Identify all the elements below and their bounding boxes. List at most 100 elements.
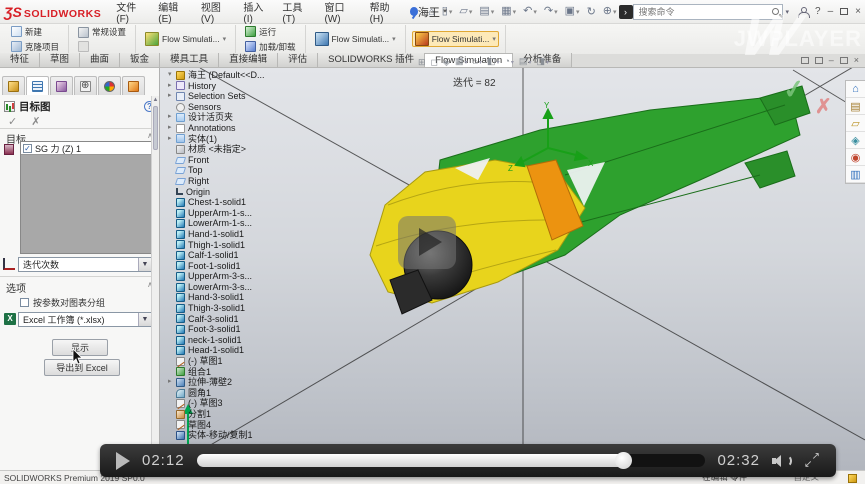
view-palette-icon[interactable]: ◈ bbox=[846, 132, 865, 149]
graphics-viewport[interactable]: Y X Z ▾海王 (Default<<D...▸History▸Selecti… bbox=[160, 68, 865, 470]
search-magnifier-icon[interactable] bbox=[772, 8, 779, 15]
menu-item-6[interactable]: 帮助(H) bbox=[365, 0, 406, 27]
dropdown-arrow-icon[interactable]: ▼ bbox=[138, 258, 151, 271]
restore-button[interactable] bbox=[840, 8, 848, 15]
property-manager-tab[interactable] bbox=[26, 76, 49, 95]
fullscreen-icon[interactable]: ↗↙ bbox=[804, 453, 820, 469]
display-style-icon[interactable]: ◧▾ bbox=[487, 55, 500, 69]
expand-arrow-icon[interactable]: ▸ bbox=[168, 123, 176, 134]
menu-item-5[interactable]: 窗口(W) bbox=[319, 0, 362, 27]
rebuild-icon[interactable]: ↻ bbox=[585, 5, 598, 19]
component-control-button[interactable] bbox=[75, 40, 129, 53]
flow-features-button[interactable]: Flow Simulati...▾ bbox=[142, 31, 229, 47]
options-section-header[interactable]: 选项 bbox=[6, 280, 26, 295]
dimxpert-tab[interactable] bbox=[74, 76, 97, 95]
progress-handle[interactable] bbox=[615, 452, 632, 469]
volume-icon[interactable] bbox=[772, 453, 792, 469]
display-manager-tab[interactable] bbox=[98, 76, 121, 95]
tree-item[interactable]: 草图4 bbox=[168, 420, 318, 431]
sign-in-icon[interactable] bbox=[798, 7, 808, 17]
flow-results-button[interactable]: Flow Simulati...▾ bbox=[412, 31, 499, 47]
doc-restore-icon[interactable] bbox=[801, 57, 809, 64]
command-tab-5[interactable]: 直接编辑 bbox=[219, 53, 278, 67]
confirm-check-icon[interactable]: ✓ bbox=[781, 73, 806, 106]
tree-item[interactable]: LowerArm-1-s... bbox=[168, 218, 318, 229]
menu-item-1[interactable]: 编辑(E) bbox=[153, 0, 194, 27]
command-tab-6[interactable]: 评估 bbox=[278, 53, 318, 67]
minimize-button[interactable]: – bbox=[828, 7, 834, 17]
tree-item[interactable]: ▸设计活页夹 bbox=[168, 112, 318, 123]
expand-arrow-icon[interactable]: ▸ bbox=[168, 91, 176, 102]
tree-item[interactable]: Head-1-solid1 bbox=[168, 345, 318, 356]
flow-conditions-button[interactable]: Flow Simulati...▾ bbox=[312, 31, 399, 47]
menu-item-2[interactable]: 视图(V) bbox=[196, 0, 237, 27]
player-play-button[interactable] bbox=[116, 452, 130, 470]
tree-item[interactable]: Origin bbox=[168, 187, 318, 198]
file-explorer-icon[interactable]: ▱ bbox=[846, 115, 865, 132]
new-document-icon[interactable]: ▯▾ bbox=[440, 4, 455, 20]
tree-item[interactable]: Hand-3-solid1 bbox=[168, 292, 318, 303]
goal-list[interactable]: ✓ SG 力 (Z) 1 bbox=[20, 141, 152, 254]
tree-item[interactable]: ▸Selection Sets bbox=[168, 91, 318, 102]
tree-item[interactable]: (-) 草图1 bbox=[168, 356, 318, 367]
tree-item[interactable]: 材质 <未指定> bbox=[168, 144, 318, 155]
open-icon[interactable]: ▱▾ bbox=[457, 4, 474, 20]
home-icon[interactable]: ⌂ bbox=[846, 81, 865, 98]
command-tab-0[interactable]: 特征 bbox=[0, 53, 40, 67]
tree-item[interactable]: ▸History bbox=[168, 81, 318, 92]
options-icon[interactable]: ⊕▾ bbox=[601, 4, 619, 20]
zoom-fit-icon[interactable]: ⊞ bbox=[418, 56, 426, 68]
doc-cascade-icon[interactable] bbox=[840, 57, 848, 64]
expand-arrow-icon[interactable]: ▾ bbox=[168, 70, 176, 81]
expand-arrow-icon[interactable]: ▸ bbox=[168, 81, 176, 92]
appearance-icon[interactable]: ▤▾ bbox=[519, 55, 532, 69]
doc-minimize-icon[interactable]: – bbox=[829, 56, 834, 65]
feature-manager-tab[interactable] bbox=[2, 76, 25, 95]
command-tab-2[interactable]: 曲面 bbox=[80, 53, 120, 67]
undo-icon[interactable]: ↶▾ bbox=[521, 4, 539, 20]
tree-root[interactable]: ▾海王 (Default<<D... bbox=[168, 70, 318, 81]
doc-restore2-icon[interactable] bbox=[815, 57, 823, 64]
video-play-button[interactable] bbox=[398, 216, 456, 269]
tree-item[interactable]: ▸实体(1) bbox=[168, 134, 318, 145]
tree-item[interactable]: 实体-移动/复制1 bbox=[168, 430, 318, 441]
menu-item-0[interactable]: 文件(F) bbox=[111, 0, 151, 27]
tree-item[interactable]: 圆角1 bbox=[168, 388, 318, 399]
save-icon[interactable]: ▤▾ bbox=[477, 4, 496, 20]
tree-item[interactable]: (-) 草图3 bbox=[168, 398, 318, 409]
scrollbar-thumb[interactable] bbox=[153, 106, 158, 150]
confirm-cancel-icon[interactable]: ✗ bbox=[815, 94, 832, 119]
section-view-icon[interactable]: ▦▾ bbox=[455, 55, 468, 69]
tree-item[interactable]: neck-1-solid1 bbox=[168, 335, 318, 346]
tree-item[interactable]: Chest-1-solid1 bbox=[168, 197, 318, 208]
expand-arrow-icon[interactable]: ▸ bbox=[168, 112, 176, 123]
tree-item[interactable]: Foot-1-solid1 bbox=[168, 261, 318, 272]
view-settings-icon[interactable]: ◨▾ bbox=[536, 55, 549, 69]
new-project-button[interactable]: 新建 bbox=[8, 25, 62, 39]
checkbox-box[interactable]: ✓ bbox=[20, 298, 29, 307]
zoom-area-icon[interactable]: ◻ bbox=[431, 56, 438, 68]
command-tab-3[interactable]: 钣金 bbox=[120, 53, 160, 67]
doc-close-icon[interactable]: × bbox=[854, 56, 859, 65]
custom-properties-icon[interactable]: ▥ bbox=[846, 166, 865, 183]
dropdown-arrow-icon[interactable]: ▼ bbox=[138, 313, 151, 326]
tree-item[interactable]: Thigh-3-solid1 bbox=[168, 303, 318, 314]
progress-bar[interactable] bbox=[197, 454, 706, 467]
clone-project-button[interactable]: 克隆项目 bbox=[8, 40, 62, 54]
goal-list-item[interactable]: ✓ SG 力 (Z) 1 bbox=[21, 142, 151, 155]
command-tab-7[interactable]: SOLIDWORKS 插件 bbox=[318, 53, 425, 67]
tree-item[interactable]: Foot-3-solid1 bbox=[168, 324, 318, 335]
help-button[interactable]: ? bbox=[815, 7, 821, 17]
previous-view-icon[interactable]: ◈ bbox=[443, 56, 450, 68]
group-by-parameter-checkbox[interactable]: ✓ 按参数对图表分组 bbox=[20, 296, 105, 309]
abscissa-select[interactable]: 迭代次数 ▼ bbox=[18, 257, 152, 272]
tree-item[interactable]: Hand-1-solid1 bbox=[168, 229, 318, 240]
tree-item[interactable]: Calf-3-solid1 bbox=[168, 314, 318, 325]
expand-arrow-icon[interactable]: ▸ bbox=[168, 134, 176, 145]
tree-item[interactable]: 组合1 bbox=[168, 367, 318, 378]
command-tab-4[interactable]: 模具工具 bbox=[160, 53, 219, 67]
panel-scrollbar[interactable]: ▲ ▼ bbox=[151, 96, 159, 470]
body-model[interactable] bbox=[370, 86, 810, 314]
pin-icon[interactable] bbox=[410, 7, 418, 16]
load-unload-button[interactable]: 加载/卸载 bbox=[242, 40, 298, 54]
